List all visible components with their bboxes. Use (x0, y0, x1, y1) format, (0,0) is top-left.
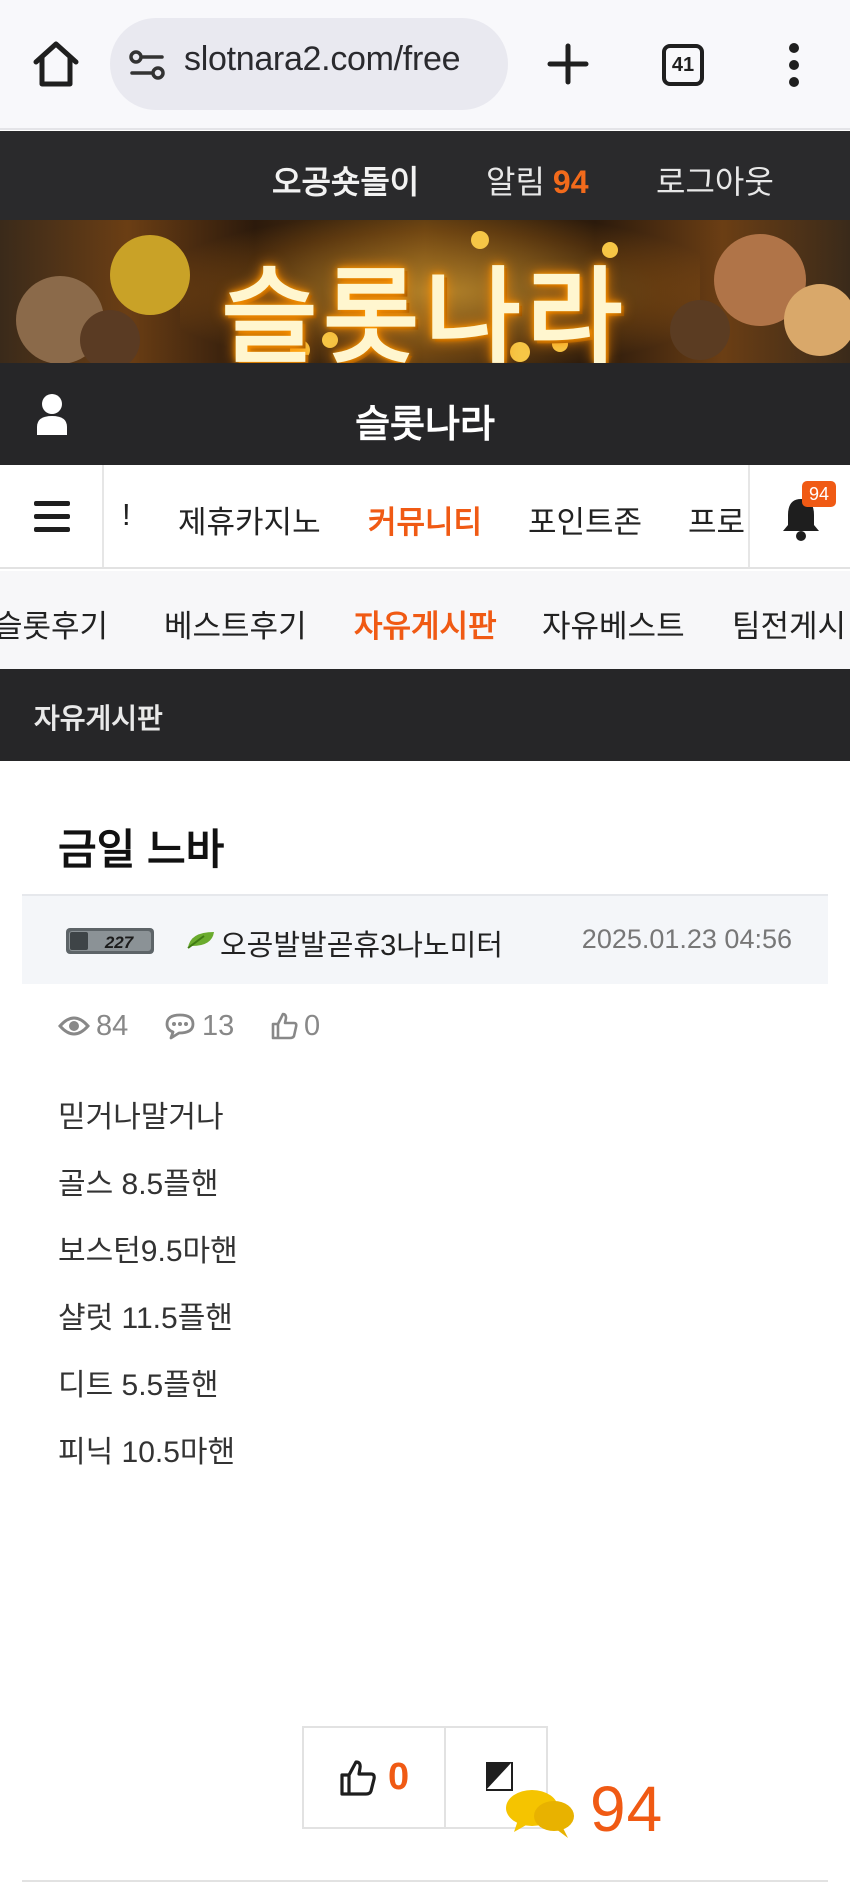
sub-nav-team-board[interactable]: 팀전게시 (732, 601, 846, 646)
board-header: 자유게시판 (0, 669, 850, 761)
user-bar: 오공숏돌이 알림 94 로그아웃 (0, 131, 850, 220)
eye-icon (58, 1016, 90, 1036)
nav-item-partner-casino[interactable]: 제휴카지노 (178, 497, 321, 542)
level-number: 227 (104, 933, 135, 952)
board-title: 자유게시판 (34, 703, 163, 734)
nav-item-notice[interactable]: ! (122, 497, 131, 533)
views-count: 84 (96, 1009, 129, 1042)
hamburger-menu-icon[interactable] (0, 465, 104, 567)
home-icon[interactable] (28, 36, 84, 92)
alarm-label: 알림 (486, 164, 545, 200)
post-date: 2025.01.23 04:56 (581, 924, 792, 954)
thumbs-up-icon (338, 1758, 378, 1798)
banner-title: 슬롯나라 (221, 260, 629, 363)
comments-stat: 13 (164, 1006, 234, 1046)
post-line: 피닉 10.5마핸 (58, 1436, 236, 1469)
like-button-count: 0 (388, 1756, 410, 1798)
post-line: 믿거나말거나 (58, 1101, 224, 1134)
nav-item-community[interactable]: 커뮤니티 (368, 497, 482, 542)
address-bar[interactable]: slotnara2.com/free (110, 18, 508, 110)
site-title[interactable]: 슬롯나라 (0, 393, 850, 448)
level-badge: 227 (66, 926, 154, 956)
alarm-link[interactable]: 알림 94 (486, 157, 588, 203)
site-banner[interactable]: 슬롯나라 (0, 220, 850, 363)
new-tab-icon[interactable] (540, 36, 596, 92)
floating-chat-count[interactable]: 94 (590, 1772, 663, 1846)
likes-stat: 0 (270, 1006, 320, 1046)
hamburger-line (34, 501, 70, 506)
tab-switcher-button[interactable]: 41 (662, 44, 704, 86)
likes-count: 0 (304, 1009, 321, 1042)
user-nickname[interactable]: 오공숏돌이 (272, 157, 419, 203)
leaf-icon (186, 930, 216, 950)
views-stat: 84 (58, 1006, 128, 1046)
url-text[interactable]: slotnara2.com/free (184, 40, 460, 79)
post-line: 샬럿 11.5플핸 (58, 1302, 233, 1335)
sub-nav-slot-review[interactable]: 슬롯후기 (0, 601, 108, 646)
more-menu-icon[interactable] (776, 40, 812, 90)
nav-item-point-zone[interactable]: 포인트존 (528, 497, 642, 542)
hamburger-line (34, 514, 70, 519)
site-settings-icon[interactable] (128, 48, 166, 82)
author-name[interactable]: 오공발발곧휴3나노미터 (220, 922, 503, 964)
alarm-count: 94 (552, 164, 589, 200)
post-body: 믿거나말거나 골스 8.5플핸 보스턴9.5마핸 샬럿 11.5플핸 디트 5.… (58, 1096, 238, 1498)
main-nav: ! 제휴카지노 커뮤니티 포인트존 프로 94 (0, 465, 850, 569)
notification-button[interactable]: 94 (748, 465, 850, 567)
chat-bubble-icon[interactable] (504, 1784, 576, 1842)
nav-item-more[interactable]: 프로 (688, 497, 745, 542)
notification-badge: 94 (802, 481, 836, 507)
author-bar: 227 오공발발곧휴3나노미터 2025.01.23 04:56 (22, 894, 828, 984)
like-button[interactable]: 0 (304, 1728, 446, 1827)
thumbs-up-icon (271, 1012, 298, 1040)
sub-nav[interactable]: 슬롯후기 베스트후기 자유게시판 자유베스트 팀전게시 (0, 571, 850, 669)
comments-count: 13 (202, 1009, 235, 1042)
post-title: 금일 느바 (58, 826, 225, 873)
logout-link[interactable]: 로그아웃 (656, 157, 774, 203)
post-line: 골스 8.5플핸 (58, 1168, 219, 1201)
sub-nav-free-best[interactable]: 자유베스트 (542, 601, 685, 646)
post-line: 디트 5.5플핸 (58, 1369, 219, 1402)
main-nav-scroll[interactable]: ! 제휴카지노 커뮤니티 포인트존 프로 (106, 465, 748, 567)
sub-nav-free-board[interactable]: 자유게시판 (354, 601, 497, 646)
site-header: 슬롯나라 (0, 363, 850, 465)
divider (22, 1880, 828, 1882)
post-line: 보스턴9.5마핸 (58, 1235, 238, 1268)
browser-toolbar: slotnara2.com/free 41 (0, 0, 850, 130)
sub-nav-best-review[interactable]: 베스트후기 (164, 601, 307, 646)
comment-icon (165, 1013, 195, 1040)
hamburger-line (34, 527, 70, 532)
